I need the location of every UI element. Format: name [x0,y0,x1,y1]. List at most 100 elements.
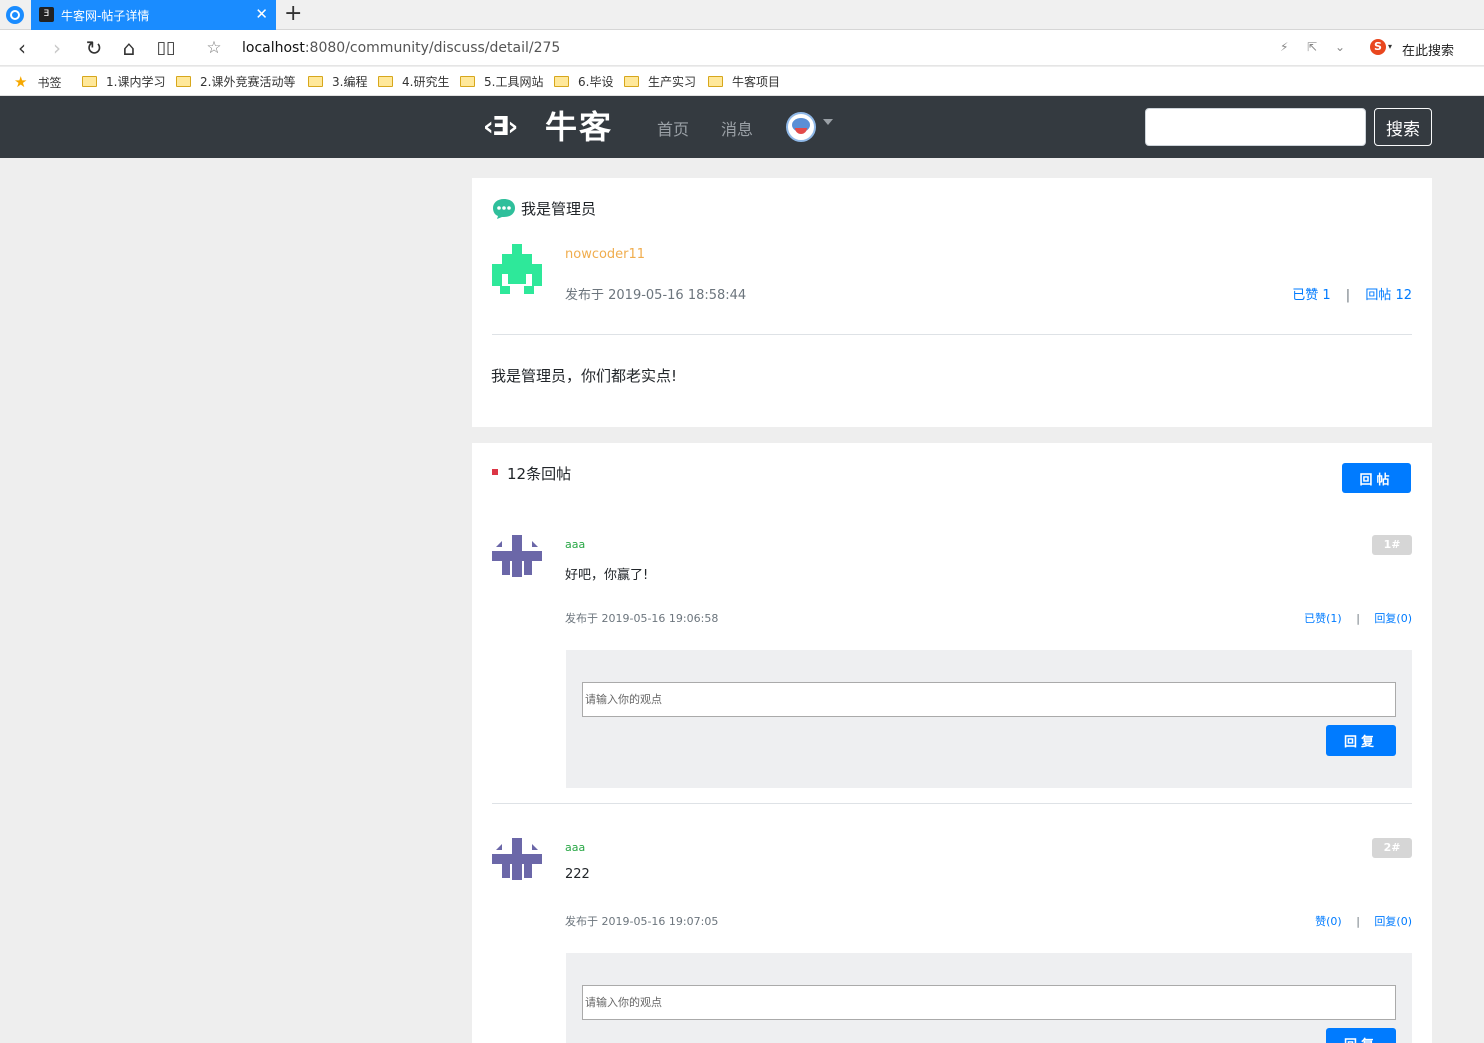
separator: | [1356,915,1360,928]
comment-like-link[interactable]: 赞(0) [1315,915,1342,928]
nav-home-link[interactable]: 首页 [657,116,689,140]
post-like-link[interactable]: 已赞 1 [1292,288,1330,303]
nowcoder-logo-icon[interactable]: ‹Ǝ› [483,110,537,144]
commenter-avatar[interactable] [492,535,542,577]
post-card: 我是管理员 nowcoder11 发布于 2019-05-16 18:58:44… [472,178,1432,427]
comment-text: 好吧，你赢了! [565,568,649,583]
floor-badge: 1# [1372,535,1412,555]
folder-icon [460,76,475,87]
new-tab-icon[interactable]: + [284,2,302,26]
bookmark-label: 6.毕设 [578,75,614,89]
folder-icon [82,76,97,87]
nav-messages-link[interactable]: 消息 [721,116,753,140]
bookmark-folder[interactable]: 5.工具网站 [460,73,543,90]
share-icon[interactable]: ⇱ [1307,40,1317,54]
browser-search-box[interactable]: 在此搜索 [1402,40,1454,59]
close-tab-icon[interactable]: ✕ [255,5,268,23]
separator: | [1356,612,1360,625]
comment-actions: 赞(0) | 回复(0) [1315,913,1412,929]
tab-title: 牛客网-帖子详情 [61,9,150,23]
url-path: :8080/community/discuss/detail/275 [304,40,561,56]
search-engine-caret-icon[interactable]: ▾ [1388,42,1392,51]
bookmark-label: 书签 [37,75,62,90]
bookmark-folder[interactable]: 3.编程 [308,73,367,90]
comment-reply-link[interactable]: 回复(0) [1374,915,1412,928]
search-engine-icon[interactable]: S [1370,39,1386,55]
commenter-avatar[interactable] [492,838,542,880]
post-actions: 已赞 1 | 回帖 12 [1292,284,1412,303]
comment-count: 12条回帖 [507,465,572,483]
author-name-link[interactable]: nowcoder11 [565,247,645,262]
site-search-input[interactable] [1145,108,1366,146]
back-icon[interactable]: ‹ [10,36,34,60]
comment-like-link[interactable]: 已赞(1) [1304,612,1342,625]
folder-icon [378,76,393,87]
comment-item: aaa 2# 222 发布于 2019-05-16 19:07:05 赞(0) … [472,838,1432,1043]
comments-card: 12条回帖 回帖 aaa 1# 好吧，你赢了! 发布于 2019-05-16 1… [472,443,1432,1043]
bookmark-label: 5.工具网站 [484,75,544,89]
bookmark-folder[interactable]: 2.课外竞赛活动等 [176,73,295,90]
folder-icon [624,76,639,87]
bookmark-folder[interactable]: 4.研究生 [378,73,449,90]
comment-text: 222 [565,867,590,882]
comment-timestamp: 发布于 2019-05-16 19:06:58 [565,612,719,625]
forward-icon[interactable]: › [45,36,69,60]
bookmark-label: 1.课内学习 [106,75,166,89]
commenter-name-link[interactable]: aaa [565,538,585,551]
post-title: 我是管理员 [521,200,597,218]
star-icon: ★ [14,73,28,91]
tab-post-detail[interactable]: Ǝ 牛客网-帖子详情 ✕ [31,0,276,30]
folder-icon [708,76,723,87]
commenter-name-link[interactable]: aaa [565,841,585,854]
site-logo-text[interactable]: 牛客 [545,108,613,146]
browser-tab-bar: Ǝ 牛客网-帖子详情 ✕ + [0,0,1484,30]
user-avatar[interactable] [786,112,816,142]
divider [492,803,1412,804]
reply-box: 回复 [566,953,1412,1043]
address-bar: ‹ › ↻ ⌂ ▯▯ ☆ localhost:8080/community/di… [0,30,1484,66]
folder-icon [308,76,323,87]
comment-item: aaa 1# 好吧，你赢了! 发布于 2019-05-16 19:06:58 已… [472,535,1432,805]
site-header: ‹Ǝ› 牛客 首页 消息 搜索 [0,96,1484,158]
reply-input[interactable] [582,682,1396,717]
comment-timestamp: 发布于 2019-05-16 19:07:05 [565,915,719,928]
bookmark-item[interactable]: ★ 书签 [14,73,61,91]
url-field[interactable]: localhost:8080/community/discuss/detail/… [242,40,560,56]
chevron-down-icon[interactable]: ⌄ [1335,40,1345,54]
site-search-button[interactable]: 搜索 [1374,108,1432,146]
bookmark-folder[interactable]: 1.课内学习 [82,73,165,90]
section-marker-icon [492,469,498,475]
bookmark-folder[interactable]: 6.毕设 [554,73,613,90]
bookmark-label: 牛客项目 [732,75,781,89]
reply-submit-button[interactable]: 回复 [1326,725,1396,756]
bookmark-folder[interactable]: 生产实习 [624,73,696,90]
comment-actions: 已赞(1) | 回复(0) [1304,610,1412,626]
post-content: 我是管理员，你们都老实点! [491,367,678,385]
author-avatar[interactable] [492,244,542,294]
bookmarks-bar: ★ 书签 1.课内学习 2.课外竞赛活动等 3.编程 4.研究生 5.工具网站 … [0,67,1484,96]
comment-reply-link[interactable]: 回复(0) [1374,612,1412,625]
reply-input[interactable] [582,985,1396,1020]
lightning-icon[interactable]: ⚡ [1280,40,1288,54]
post-reply-count-link[interactable]: 回帖 12 [1365,288,1412,303]
folder-icon [554,76,569,87]
reply-submit-button[interactable]: 回复 [1326,1028,1396,1043]
separator: | [1345,288,1351,303]
browser-logo-icon[interactable] [6,6,24,24]
bookmark-folder[interactable]: 牛客项目 [708,73,780,90]
reply-post-button[interactable]: 回帖 [1342,463,1411,493]
chat-bubble-icon [493,199,515,219]
reply-box: 回复 [566,650,1412,788]
post-timestamp: 发布于 2019-05-16 18:58:44 [565,288,747,303]
reading-mode-icon[interactable]: ▯▯ [154,36,178,60]
site-favicon-icon: Ǝ [39,7,54,22]
bookmark-label: 4.研究生 [402,75,450,89]
url-host: localhost [242,40,305,56]
user-menu-caret-icon[interactable] [823,119,833,125]
bookmark-label: 3.编程 [332,75,368,89]
bookmark-star-icon[interactable]: ☆ [202,36,226,60]
home-icon[interactable]: ⌂ [117,36,141,60]
reload-icon[interactable]: ↻ [82,36,106,60]
floor-badge: 2# [1372,838,1412,858]
bookmark-label: 生产实习 [648,75,697,89]
